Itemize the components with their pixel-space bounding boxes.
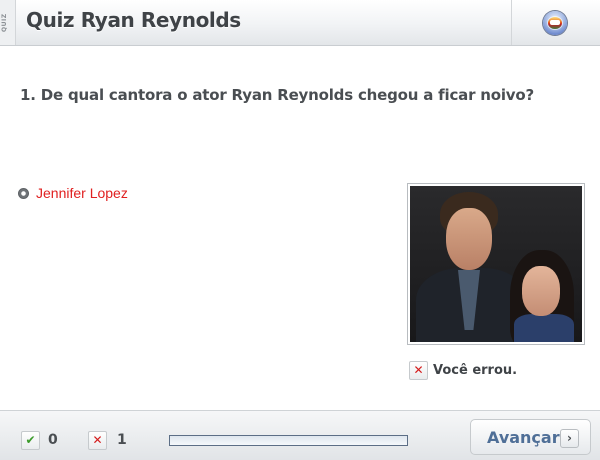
header-bar: QUIZ Quiz Ryan Reynolds: [0, 0, 600, 46]
photo-woman-top: [514, 314, 574, 342]
question-text: 1. De qual cantora o ator Ryan Reynolds …: [20, 86, 534, 104]
logo-area: [511, 0, 600, 45]
next-button-label[interactable]: Avançar: [487, 428, 560, 447]
x-mark-icon: ✕: [409, 360, 428, 380]
photo-image: [410, 186, 582, 342]
progress-bar: [169, 435, 408, 446]
answer-option-label[interactable]: Jennifer Lopez: [36, 185, 128, 201]
chevron-right-icon[interactable]: ›: [560, 429, 579, 448]
globe-screen: [550, 20, 560, 25]
question-photo: [407, 183, 585, 345]
photo-man-face: [446, 208, 492, 270]
globo-globe-icon: [543, 11, 567, 35]
quiz-tag-label: QUIZ: [1, 13, 8, 33]
footer-bar: ✔ 0 ✕ 1 Avançar ›: [0, 410, 600, 460]
correct-count: 0: [48, 432, 58, 448]
page-title: Quiz Ryan Reynolds: [26, 8, 241, 32]
quiz-tag-strip: QUIZ: [0, 0, 16, 45]
x-mark-icon: ✕: [88, 431, 107, 450]
radio-selected-icon[interactable]: [18, 187, 29, 199]
feedback-text: Você errou.: [433, 362, 518, 378]
answer-option[interactable]: Jennifer Lopez: [18, 184, 128, 202]
photo-woman-face: [522, 266, 560, 316]
wrong-count: 1: [117, 432, 127, 448]
check-icon: ✔: [21, 431, 40, 450]
answer-feedback: ✕ Você errou.: [409, 360, 517, 380]
next-button[interactable]: Avançar ›: [470, 419, 591, 455]
